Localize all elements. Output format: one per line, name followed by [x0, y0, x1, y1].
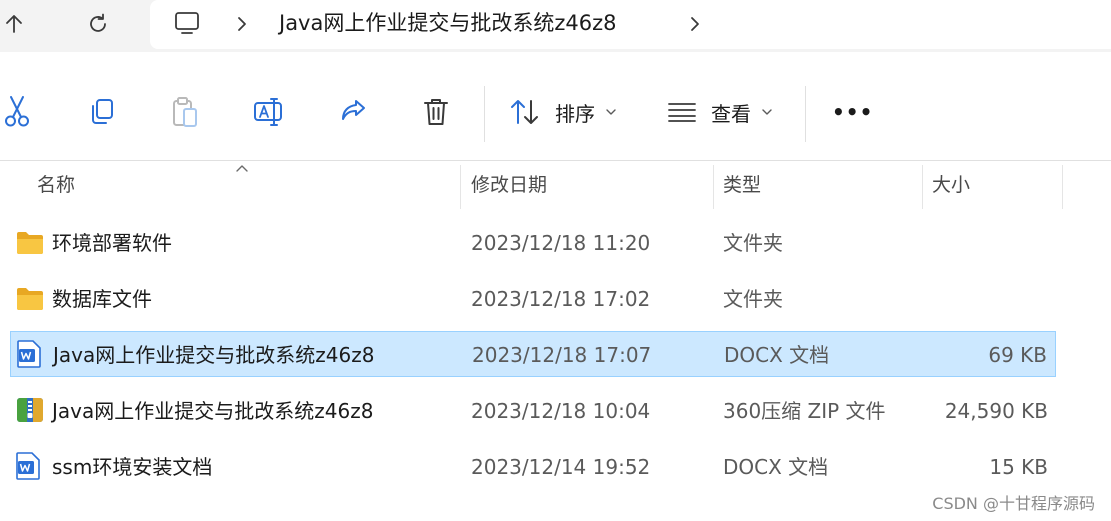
share-icon [342, 100, 365, 120]
file-type: 360压缩 ZIP 文件 [723, 399, 886, 423]
sort-arrows-icon [511, 100, 538, 124]
file-type: DOCX 文档 [723, 455, 829, 479]
refresh-button[interactable] [80, 8, 116, 40]
rename-button[interactable] [253, 94, 285, 130]
column-header-type[interactable]: 类型 [723, 161, 761, 209]
file-date: 2023/12/18 17:02 [471, 287, 651, 311]
see-more-button[interactable]: ••• [832, 94, 873, 130]
view-label: 查看 [711, 101, 751, 126]
zip-archive-icon [17, 398, 43, 422]
file-date: 2023/12/18 17:07 [472, 343, 652, 367]
file-date: 2023/12/18 10:04 [471, 399, 651, 423]
clipboard-icon [173, 97, 197, 127]
file-type: 文件夹 [723, 287, 783, 311]
file-size: 24,590 KB [944, 399, 1048, 423]
toolbar-divider [805, 86, 806, 142]
file-size: 15 KB [989, 455, 1048, 479]
column-divider[interactable] [1062, 165, 1063, 209]
up-button[interactable] [0, 8, 32, 40]
column-header: 名称 修改日期 类型 大小 [0, 161, 1111, 209]
arrow-up-icon [6, 15, 22, 33]
column-divider[interactable] [460, 165, 461, 209]
chevron-down-icon [762, 109, 772, 115]
paste-button[interactable] [170, 94, 200, 130]
share-button[interactable] [338, 94, 368, 130]
file-name: ssm环境安装文档 [52, 455, 213, 479]
refresh-icon [90, 13, 106, 32]
wps-doc-icon [16, 452, 40, 480]
file-row[interactable]: ssm环境安装文档 2023/12/14 19:52 DOCX 文档 15 KB [10, 444, 1056, 490]
toolbar-divider [484, 86, 485, 142]
rename-icon [254, 98, 282, 126]
view-button[interactable]: 查看 [667, 94, 773, 130]
column-header-size[interactable]: 大小 [932, 161, 970, 209]
file-date: 2023/12/18 11:20 [471, 231, 651, 255]
file-name: 环境部署软件 [52, 231, 172, 255]
breadcrumb[interactable]: Java网上作业提交与批改系统z46z8 [150, 0, 1111, 49]
column-header-name[interactable]: 名称 [37, 161, 75, 209]
sort-ascending-icon [236, 165, 248, 172]
file-row[interactable]: 环境部署软件 2023/12/18 11:20 文件夹 [10, 220, 1056, 266]
file-name: 数据库文件 [52, 287, 152, 311]
file-name: Java网上作业提交与批改系统z46z8 [53, 343, 375, 367]
trash-icon [424, 99, 448, 125]
sort-label: 排序 [555, 101, 595, 126]
scissors-icon [5, 96, 29, 127]
column-divider[interactable] [922, 165, 923, 209]
cut-button[interactable] [2, 94, 32, 130]
copy-button[interactable] [87, 94, 117, 130]
wps-doc-icon [17, 340, 41, 368]
breadcrumb-current-folder[interactable]: Java网上作业提交与批改系统z46z8 [279, 8, 617, 38]
this-pc-icon[interactable] [172, 8, 202, 42]
folder-icon [17, 288, 43, 310]
chevron-down-icon [606, 109, 616, 115]
file-type: 文件夹 [723, 231, 783, 255]
file-type: DOCX 文档 [724, 343, 830, 367]
file-row[interactable]: 数据库文件 2023/12/18 17:02 文件夹 [10, 276, 1056, 322]
sort-button[interactable]: 排序 [509, 94, 617, 130]
copy-icon [92, 99, 113, 124]
file-date: 2023/12/14 19:52 [471, 455, 651, 479]
address-bar: Java网上作业提交与批改系统z46z8 [0, 0, 1111, 52]
column-divider[interactable] [713, 165, 714, 209]
file-name: Java网上作业提交与批改系统z46z8 [52, 399, 374, 423]
column-header-date[interactable]: 修改日期 [471, 161, 547, 209]
file-row[interactable]: Java网上作业提交与批改系统z46z8 2023/12/18 10:04 36… [10, 388, 1056, 434]
chevron-right-icon[interactable] [685, 13, 705, 39]
list-view-icon [668, 103, 696, 122]
chevron-right-icon[interactable] [232, 13, 252, 39]
more-dots-icon: ••• [832, 100, 874, 124]
file-size: 69 KB [988, 343, 1047, 367]
file-row-selected[interactable]: Java网上作业提交与批改系统z46z8 2023/12/18 17:07 DO… [10, 331, 1056, 377]
folder-icon [17, 232, 43, 254]
delete-button[interactable] [421, 94, 451, 130]
command-bar: 排序 查看 ••• [0, 64, 1111, 160]
watermark: CSDN @十甘程序源码 [932, 494, 1095, 513]
